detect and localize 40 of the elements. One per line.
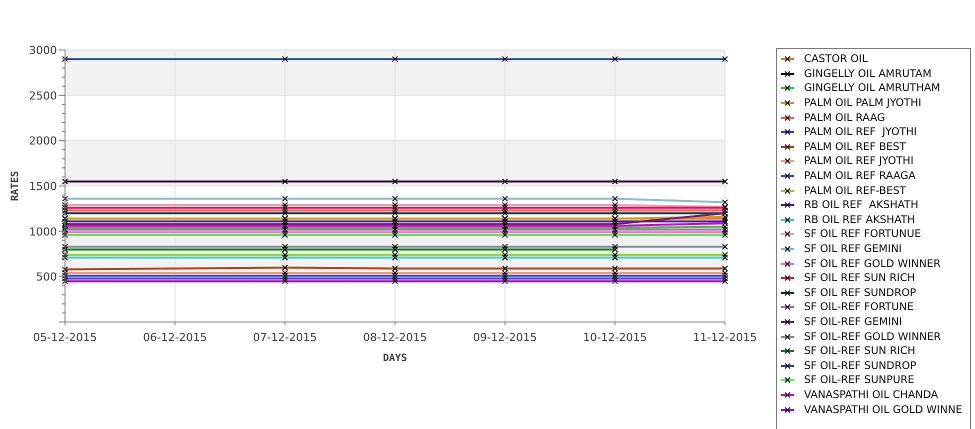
legend-label: SF OIL-REF SUN RICH xyxy=(804,345,916,358)
y-axis-title: RATES xyxy=(10,170,21,202)
legend-label: PALM OIL REF JYOTHI xyxy=(804,155,914,168)
legend-label: SF OIL REF FORTUNUE xyxy=(804,228,922,240)
x-tick-label: 09-12-2015 xyxy=(473,331,537,344)
legend-label: PALM OIL REF-BEST xyxy=(804,184,906,197)
x-axis-title: DAYS xyxy=(382,353,408,364)
legend-label: PALM OIL REF JYOTHI xyxy=(804,126,917,138)
legend-label: PALM OIL REF RAAGA xyxy=(804,170,916,182)
x-tick-label: 06-12-2015 xyxy=(143,331,207,344)
legend-label: SF OIL REF GOLD WINNER xyxy=(804,258,941,270)
y-tick-label: 2500 xyxy=(29,89,57,102)
legend-label: VANASPATHI OIL GOLD WINNE xyxy=(804,404,962,416)
y-tick-label: 500 xyxy=(36,270,57,284)
legend-label: PALM OIL RAAG xyxy=(804,112,886,124)
legend-label: RB OIL REF AKSHATH xyxy=(804,214,915,226)
x-tick-label: 11-12-2015 xyxy=(693,331,757,344)
legend-label: SF OIL REF SUN RICH xyxy=(804,272,916,284)
y-tick-label: 1000 xyxy=(29,225,57,238)
legend-label: GINGELLY OIL AMRUTHAM xyxy=(804,82,940,94)
x-tick-label: 05-12-2015 xyxy=(33,331,97,344)
x-tick-label: 10-12-2015 xyxy=(583,331,647,344)
legend-label: RB OIL REF AKSHATH xyxy=(804,199,918,212)
legend-label: SF OIL-REF SUNDROP xyxy=(804,360,916,372)
legend-label: CASTOR OIL xyxy=(804,53,868,66)
legend-label: GINGELLY OIL AMRUTAM xyxy=(804,68,932,80)
x-tick-label: 08-12-2015 xyxy=(363,331,427,344)
legend-label: SF OIL REF GEMINI xyxy=(804,243,902,256)
x-tick-label: 07-12-2015 xyxy=(253,331,317,344)
y-tick-label: 2000 xyxy=(29,134,57,148)
legend-label: SF OIL REF SUNDROP xyxy=(804,286,916,299)
legend-label: SF OIL-REF FORTUNE xyxy=(804,301,914,314)
y-tick-label: 1500 xyxy=(29,180,57,193)
legend-label: SF OIL-REF GEMINI xyxy=(804,316,902,328)
legend-label: VANASPATHI OIL CHANDA xyxy=(804,388,938,401)
legend-label: SF OIL-REF SUNPURE xyxy=(804,374,914,386)
legend-label: PALM OIL PALM JYOTHI xyxy=(804,97,922,110)
legend-label: PALM OIL REF BEST xyxy=(804,140,906,153)
y-tick-label: 3000 xyxy=(29,44,57,57)
legend-label: SF OIL-REF GOLD WINNER xyxy=(804,330,941,343)
